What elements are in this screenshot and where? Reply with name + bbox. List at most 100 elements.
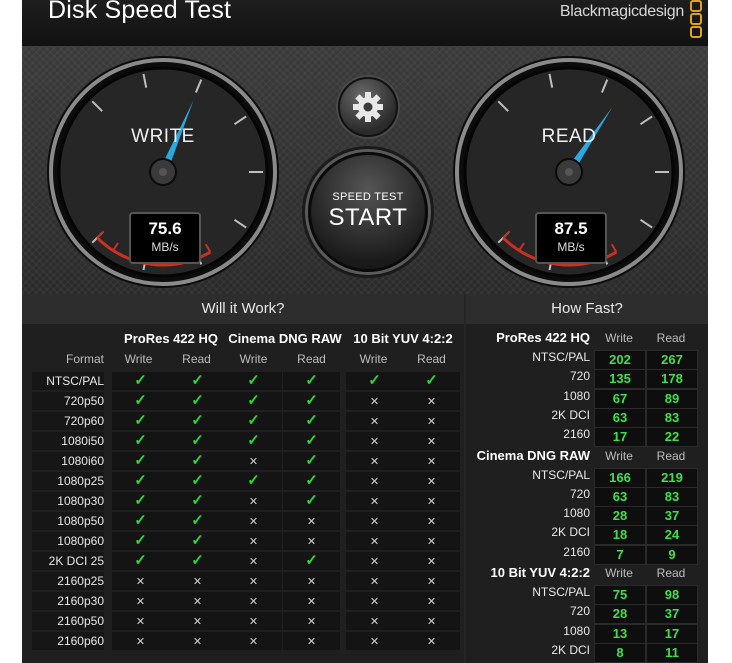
ww-cell: ✕ <box>403 632 460 652</box>
hf-format-label: 1080 <box>563 506 590 521</box>
cross-icon: ✕ <box>369 396 380 408</box>
hf-format-label: 2K DCI <box>551 407 590 422</box>
ww-cell: ✓ <box>283 452 340 472</box>
ww-cell: ✕ <box>346 612 403 632</box>
check-icon: ✓ <box>305 472 318 489</box>
ww-cell: ✕ <box>403 452 460 472</box>
check-icon: ✓ <box>305 552 318 569</box>
ww-format-label: 1080i60 <box>32 452 104 472</box>
ww-cell: ✓ <box>283 372 340 392</box>
check-icon: ✓ <box>134 432 147 449</box>
ww-cell: ✕ <box>403 432 460 452</box>
ww-cell: ✓ <box>225 392 282 412</box>
check-icon: ✓ <box>134 452 147 469</box>
hf-write-value: 17 <box>594 427 646 448</box>
ww-cell: ✓ <box>225 412 282 432</box>
check-icon: ✓ <box>305 452 318 469</box>
ww-cell: ✕ <box>169 592 226 612</box>
cross-icon: ✕ <box>369 556 380 568</box>
cross-icon: ✕ <box>306 596 317 608</box>
ww-cell: ✓ <box>112 492 169 512</box>
cross-icon: ✕ <box>248 576 259 588</box>
ww-cell: ✕ <box>403 552 460 572</box>
ww-cell: ✕ <box>283 612 340 632</box>
ww-format-label: 720p60 <box>32 412 104 432</box>
brand-logo-text: Blackmagicdesign <box>559 3 684 20</box>
write-speed-value: 75.6 <box>148 219 182 238</box>
ww-cell: ✕ <box>225 492 282 512</box>
hf-write-value: 18 <box>594 525 646 546</box>
cross-icon: ✕ <box>426 456 437 468</box>
ww-cell: ✕ <box>346 392 403 412</box>
ww-cell: ✕ <box>225 612 282 632</box>
check-icon: ✓ <box>134 492 147 509</box>
write-speed-readout: 75.6 MB/s <box>129 212 201 264</box>
cross-icon: ✕ <box>306 636 317 648</box>
how-fast-title: How Fast? <box>466 294 708 324</box>
cross-icon: ✕ <box>248 636 259 648</box>
ww-col-write: Write <box>239 352 268 366</box>
cross-icon: ✕ <box>135 636 146 648</box>
hf-col-write: Write <box>605 566 633 580</box>
read-speed-unit: MB/s <box>557 240 585 254</box>
cross-icon: ✕ <box>369 496 380 508</box>
ww-cell: ✓ <box>283 432 340 452</box>
cross-icon: ✕ <box>135 576 146 588</box>
app-window: Disk Speed Test Blackmagicdesign WRITE 7… <box>22 0 708 663</box>
title-bar: Disk Speed Test Blackmagicdesign <box>22 0 708 47</box>
hf-format-label: NTSC/PAL <box>532 585 590 599</box>
ww-cell: ✕ <box>346 472 403 492</box>
check-icon: ✓ <box>305 392 318 409</box>
ww-cell: ✓ <box>112 532 169 552</box>
hf-read-value: 219 <box>646 467 698 488</box>
gear-icon <box>353 92 383 122</box>
cross-icon: ✕ <box>426 436 437 448</box>
settings-button[interactable] <box>338 77 398 137</box>
ww-cell: ✓ <box>403 372 460 392</box>
cross-icon: ✕ <box>426 596 437 608</box>
hf-read-value: 178 <box>646 369 698 390</box>
ww-cell: ✕ <box>403 612 460 632</box>
hf-group-heading: ProRes 422 HQ <box>496 330 590 345</box>
cross-icon: ✕ <box>426 416 437 428</box>
check-icon: ✓ <box>305 432 318 449</box>
check-icon: ✓ <box>247 472 260 489</box>
ww-format-label: 2160p30 <box>32 592 104 612</box>
check-icon: ✓ <box>305 412 318 429</box>
hf-col-write: Write <box>605 448 633 463</box>
cross-icon: ✕ <box>369 636 380 648</box>
ww-cell: ✕ <box>283 572 340 592</box>
will-it-work-table: ProRes 422 HQ Cinema DNG RAW 10 Bit YUV … <box>22 324 464 663</box>
check-icon: ✓ <box>368 372 381 389</box>
hf-write-value: 8 <box>594 642 646 663</box>
ww-format-label: 1080p30 <box>32 492 104 512</box>
hf-write-value: 63 <box>594 407 646 428</box>
hf-format-label: 2160 <box>563 544 590 559</box>
ww-cell: ✓ <box>112 472 169 492</box>
cross-icon: ✕ <box>426 396 437 408</box>
cross-icon: ✕ <box>192 616 203 628</box>
check-icon: ✓ <box>134 412 147 429</box>
ww-cell: ✓ <box>283 412 340 432</box>
ww-format-label: NTSC/PAL <box>32 372 104 392</box>
start-speed-test-button[interactable]: SPEED TEST START <box>308 152 428 272</box>
cross-icon: ✕ <box>306 616 317 628</box>
hf-read-value: 17 <box>646 623 698 644</box>
ww-cell: ✓ <box>169 512 226 532</box>
cross-icon: ✕ <box>426 516 437 528</box>
hf-col-read: Read <box>656 566 686 580</box>
write-gauge-label: WRITE <box>131 126 195 147</box>
ww-cell: ✕ <box>283 592 340 612</box>
ww-format-label: 2160p25 <box>32 572 104 592</box>
ww-cell: ✕ <box>403 532 460 552</box>
cross-icon: ✕ <box>369 576 380 588</box>
hf-format-label: 1080 <box>563 388 590 403</box>
ww-col-write: Write <box>359 352 388 366</box>
hf-group-heading: 10 Bit YUV 4:2:2 <box>490 565 590 580</box>
hf-col-write: Write <box>605 331 633 345</box>
ww-cell: ✓ <box>112 392 169 412</box>
check-icon: ✓ <box>247 412 260 429</box>
ww-col-read: Read <box>417 352 446 366</box>
ww-cell: ✕ <box>403 592 460 612</box>
check-icon: ✓ <box>247 392 260 409</box>
